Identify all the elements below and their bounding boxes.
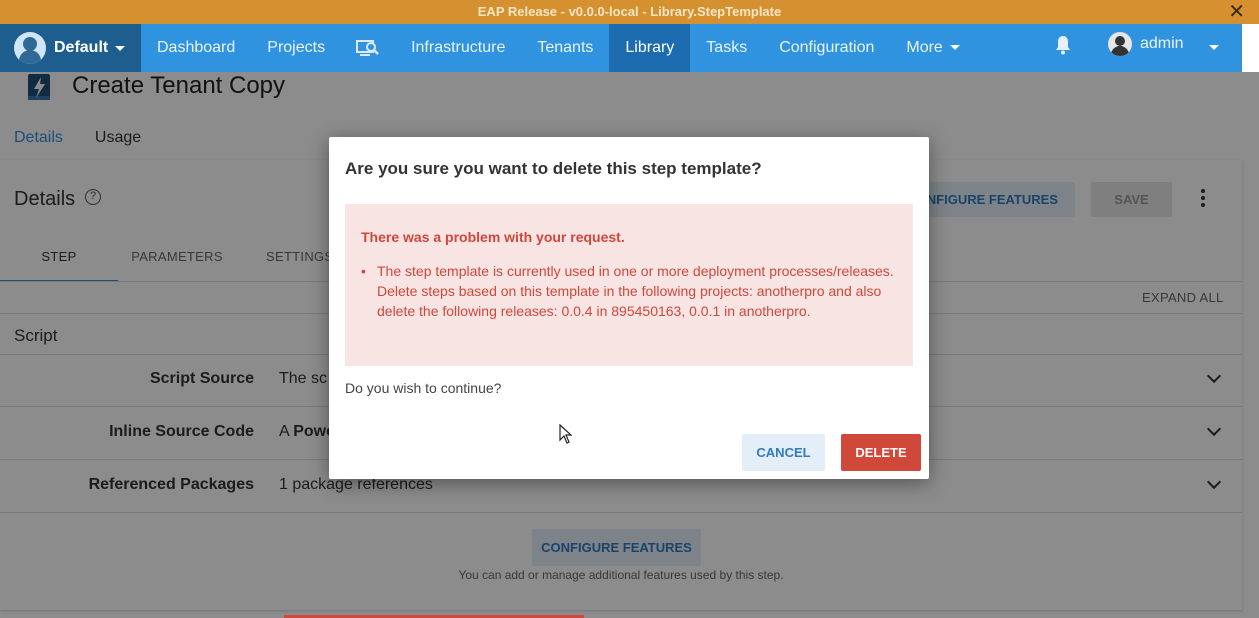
chevron-down-icon — [949, 45, 960, 51]
close-icon[interactable]: ✕ — [1228, 0, 1245, 24]
user-name: admin — [1140, 35, 1184, 52]
delete-confirm-dialog: Are you sure you want to delete this ste… — [329, 137, 929, 479]
user-chevron-down-icon[interactable] — [1209, 45, 1219, 50]
mouse-cursor-icon — [559, 424, 573, 444]
window-title: EAP Release - v0.0.0-local - Library.Ste… — [477, 4, 782, 19]
user-avatar-icon — [1108, 32, 1132, 56]
cancel-button[interactable]: CANCEL — [742, 434, 825, 471]
error-message: The step template is currently used in o… — [377, 263, 894, 319]
bullet-icon: • — [361, 263, 366, 279]
space-switcher[interactable]: Default — [0, 24, 141, 72]
window-titlebar: EAP Release - v0.0.0-local - Library.Ste… — [0, 0, 1259, 24]
bell-icon[interactable] — [1055, 35, 1071, 55]
user-menu[interactable]: admin — [1108, 32, 1184, 56]
top-navigation: Default Dashboard Projects Infrastructur… — [0, 24, 1242, 72]
error-panel: There was a problem with your request. •… — [345, 204, 913, 366]
error-heading: There was a problem with your request. — [361, 229, 625, 245]
nav-more-label: More — [906, 39, 943, 56]
dialog-question: Do you wish to continue? — [345, 380, 502, 396]
search-computer-icon[interactable] — [341, 24, 395, 72]
nav-dashboard[interactable]: Dashboard — [141, 24, 251, 72]
nav-more[interactable]: More — [890, 24, 975, 72]
delete-button[interactable]: DELETE — [841, 434, 921, 471]
nav-infrastructure[interactable]: Infrastructure — [395, 24, 521, 72]
chevron-down-icon — [115, 45, 126, 51]
dialog-title: Are you sure you want to delete this ste… — [345, 159, 762, 178]
nav-tasks[interactable]: Tasks — [690, 24, 763, 72]
space-name: Default — [54, 39, 109, 56]
nav-projects[interactable]: Projects — [251, 24, 341, 72]
nav-configuration[interactable]: Configuration — [763, 24, 890, 72]
octopus-avatar-icon — [14, 32, 46, 64]
nav-library[interactable]: Library — [609, 24, 691, 72]
nav-tenants[interactable]: Tenants — [521, 24, 609, 72]
